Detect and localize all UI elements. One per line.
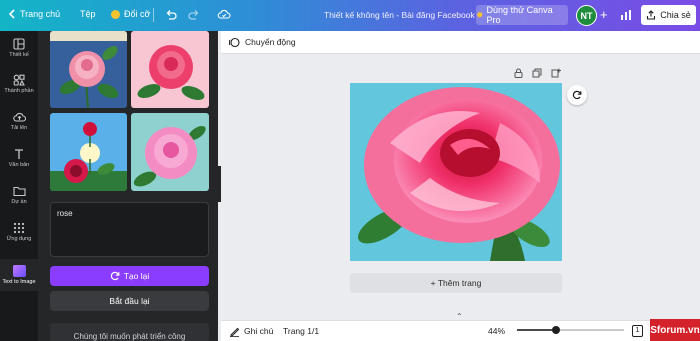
resize-button[interactable]: Đổi cỡ <box>111 9 150 19</box>
topbar-divider <box>153 8 154 22</box>
rail-item-design[interactable]: Thiết kế <box>0 38 38 58</box>
undo-icon[interactable] <box>165 9 177 21</box>
rail-label: Dự án <box>11 199 27 205</box>
regenerate-button[interactable]: Tạo lại <box>50 266 209 286</box>
design-page[interactable] <box>350 83 562 261</box>
rail-label: Thiết kế <box>9 52 29 58</box>
rose-illustration <box>50 31 127 108</box>
rail-label: Tải lên <box>10 125 28 131</box>
generated-image-4[interactable] <box>131 113 209 191</box>
generated-image-2[interactable] <box>131 31 209 108</box>
file-menu[interactable]: Tệp <box>80 9 96 19</box>
rail-label: Văn bản <box>8 162 30 168</box>
add-page-icon[interactable] <box>551 68 561 78</box>
file-label: Tệp <box>80 9 96 19</box>
rail-item-uploads[interactable]: Tải lên <box>0 111 38 131</box>
avatar[interactable]: NT <box>576 5 597 26</box>
rose-illustration <box>50 113 127 191</box>
zoom-slider-handle[interactable] <box>551 326 560 334</box>
rail-item-apps[interactable]: Ứng dụng <box>0 222 38 242</box>
refresh-icon <box>572 90 582 100</box>
page-indicator[interactable]: Trang 1/1 <box>283 326 319 336</box>
share-button[interactable]: Chia sẻ <box>641 5 696 25</box>
add-page-button[interactable]: + Thêm trang <box>350 273 562 293</box>
elements-icon <box>13 74 25 86</box>
watermark-text: Sforum.vn <box>650 324 700 336</box>
start-over-button[interactable]: Bắt đầu lại <box>50 291 209 311</box>
rail-label: Text to Image <box>2 279 36 285</box>
share-icon <box>647 10 656 20</box>
feedback-text: Chúng tôi muốn phát triển công <box>73 332 186 341</box>
redo-icon[interactable] <box>188 9 200 21</box>
regenerate-label: Tạo lại <box>123 271 150 281</box>
rail-item-elements[interactable]: Thành phần <box>0 74 38 94</box>
home-label: Trang chủ <box>20 9 61 19</box>
page-count-label: 1 <box>635 327 640 334</box>
notes-button[interactable]: Ghi chú <box>244 326 273 336</box>
rail-label: Ứng dụng <box>6 236 32 242</box>
top-bar: Trang chủ Tệp Đổi cỡ Thiết kế không tên … <box>0 0 700 31</box>
share-label: Chia sẻ <box>660 10 691 20</box>
bottom-bar: Ghi chú Trang 1/1 44% 1 <box>221 320 700 341</box>
upload-icon <box>12 112 26 122</box>
animate-icon <box>229 37 240 47</box>
left-rail: Thiết kế Thành phần Tải lên Văn bản Dự á… <box>0 31 38 341</box>
rose-illustration <box>131 113 209 191</box>
watermark-badge: Sforum.vn <box>650 319 700 341</box>
folder-icon <box>12 186 26 197</box>
refresh-icon <box>110 271 120 281</box>
prompt-text: rose <box>57 209 73 218</box>
rose-artwork <box>350 83 562 261</box>
generated-image-3[interactable] <box>50 113 127 191</box>
analytics-icon[interactable] <box>620 9 632 21</box>
add-member-icon[interactable]: + <box>600 7 608 22</box>
rail-item-projects[interactable]: Dự án <box>0 185 38 205</box>
refresh-design-button[interactable] <box>567 85 587 105</box>
resize-label: Đổi cỡ <box>124 9 151 19</box>
text-to-image-icon <box>12 265 26 277</box>
page-count-badge[interactable]: 1 <box>632 325 643 337</box>
canvas-toolbar: Chuyển động <box>221 31 700 54</box>
zoom-value[interactable]: 44% <box>488 326 505 336</box>
text-icon <box>15 149 23 159</box>
feedback-banner[interactable]: Chúng tôi muốn phát triển công <box>50 323 209 341</box>
animate-button[interactable]: Chuyển động <box>245 37 296 47</box>
avatar-initials: NT <box>580 10 593 21</box>
crown-icon <box>111 9 120 19</box>
generated-image-1[interactable] <box>50 31 127 108</box>
home-button[interactable]: Trang chủ <box>8 9 60 19</box>
lock-icon[interactable] <box>514 68 523 78</box>
layout-icon <box>13 38 25 50</box>
try-pro-label: Dùng thử Canva Pro <box>486 5 553 25</box>
rail-label: Thành phần <box>4 88 34 94</box>
rail-item-text-to-image[interactable]: Text to Image <box>0 259 38 291</box>
zoom-slider[interactable] <box>517 326 624 334</box>
chevron-left-icon <box>8 9 15 19</box>
duplicate-icon[interactable] <box>532 68 542 78</box>
prompt-input[interactable]: rose <box>50 202 209 257</box>
cloud-saved-icon[interactable] <box>217 8 231 21</box>
rose-illustration <box>131 31 209 108</box>
zoom-slider-fill <box>517 329 556 331</box>
page-tools <box>514 68 561 78</box>
document-title[interactable]: Thiết kế không tên - Bài đăng Facebook <box>324 10 475 20</box>
rail-item-text[interactable]: Văn bản <box>0 148 38 168</box>
notes-icon <box>230 327 240 337</box>
add-page-label: + Thêm trang <box>430 278 482 288</box>
start-over-label: Bắt đầu lại <box>109 296 150 306</box>
apps-icon <box>13 222 25 234</box>
try-pro-button[interactable]: ✹ Dùng thử Canva Pro <box>476 5 568 25</box>
star-icon: ✹ <box>476 9 484 20</box>
